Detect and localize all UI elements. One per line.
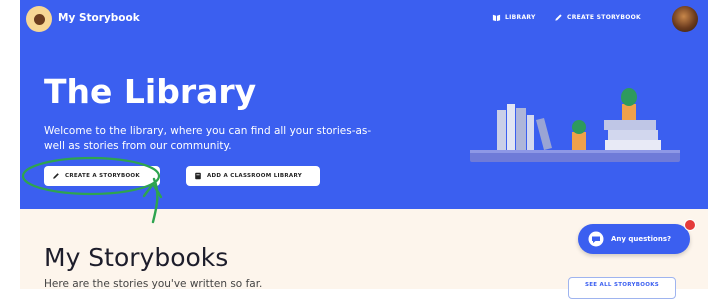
chat-questions-button[interactable]: Any questions? (578, 224, 690, 254)
brand-title[interactable]: My Storybook (58, 12, 140, 24)
user-avatar[interactable] (672, 6, 698, 32)
chat-bubble-icon (588, 231, 604, 247)
add-classroom-library-label: ADD A CLASSROOM LIBRARY (207, 173, 302, 179)
nav-library-label: LIBRARY (505, 14, 536, 21)
section-title: My Storybooks (44, 243, 229, 272)
see-all-label: SEE ALL STORYBOOKS (584, 282, 660, 288)
bookshelf-illustration (470, 88, 680, 162)
storybook-logo-icon[interactable] (26, 6, 52, 32)
notification-badge (684, 219, 696, 231)
see-all-storybooks-button[interactable]: SEE ALL STORYBOOKS (568, 277, 676, 299)
green-annotation-highlight (21, 156, 163, 224)
book-icon (492, 14, 501, 22)
chat-label: Any questions? (611, 235, 672, 243)
nav-create-storybook-link[interactable]: CREATE STORYBOOK (554, 13, 641, 22)
pencil-icon (555, 14, 562, 21)
app-frame: My Storybook LIBRARY CREATE STORYBOOK Th… (20, 0, 708, 299)
nav-library-link[interactable]: LIBRARY (492, 13, 536, 22)
section-subtitle: Here are the stories you've written so f… (44, 278, 263, 290)
nav-create-label: CREATE STORYBOOK (567, 14, 641, 21)
page-title: The Library (44, 72, 257, 111)
